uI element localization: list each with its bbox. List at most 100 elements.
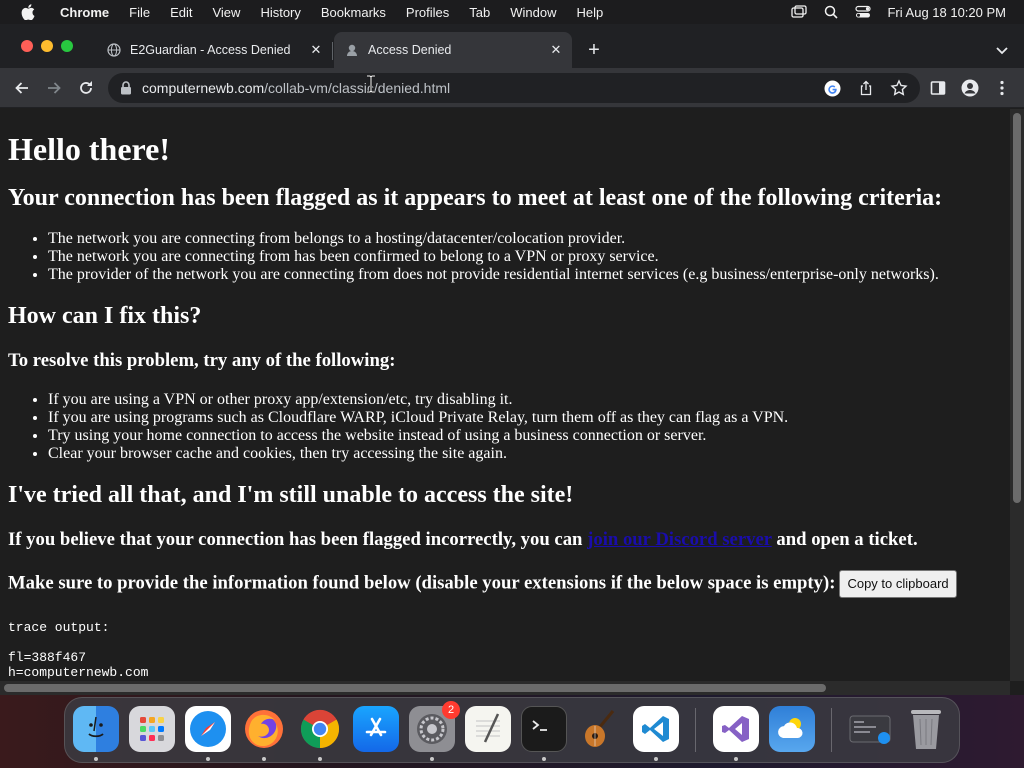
trace-line: h=computernewb.com (8, 665, 149, 680)
firefox-icon[interactable] (241, 706, 287, 752)
tab-access-denied[interactable]: Access Denied ✕ (334, 32, 572, 68)
horizontal-scrollbar[interactable] (0, 681, 1010, 695)
url-host: computernewb.com (142, 80, 265, 96)
url-path: /collab-vm/classic/denied.html (264, 80, 451, 96)
page-viewport: Hello there! Your connection has been fl… (0, 109, 1010, 681)
incorrect-suffix: and open a ticket. (771, 529, 918, 550)
running-indicator (430, 757, 434, 761)
tab-search-chevron-icon[interactable] (994, 42, 1010, 58)
garageband-icon[interactable] (577, 706, 623, 752)
finder-icon[interactable] (73, 706, 119, 752)
menubar-clock[interactable]: Fri Aug 18 10:20 PM (887, 5, 1006, 20)
incorrect-flag-text: If you believe that your connection has … (8, 529, 1002, 551)
google-lens-icon[interactable] (824, 80, 841, 97)
list-item: The network you are connecting from belo… (48, 230, 1002, 248)
menu-view[interactable]: View (202, 5, 250, 20)
dock-separator (831, 708, 832, 752)
page-content: Hello there! Your connection has been fl… (0, 131, 1010, 680)
macos-dock: 2 (64, 697, 960, 763)
fixes-list: If you are using a VPN or other proxy ap… (48, 391, 1002, 463)
downloads-stack-icon[interactable] (847, 706, 893, 752)
notification-badge: 2 (442, 701, 460, 719)
chrome-menu-icon[interactable] (992, 78, 1012, 98)
list-item: Clear your browser cache and cookies, th… (48, 445, 1002, 463)
incorrect-prefix: If you believe that your connection has … (8, 529, 588, 550)
info-text: Make sure to provide the information fou… (8, 570, 1002, 598)
running-indicator (542, 757, 546, 761)
trash-icon[interactable] (903, 706, 949, 752)
running-indicator (262, 757, 266, 761)
back-button[interactable] (12, 78, 32, 98)
trace-label: trace output: (8, 620, 110, 635)
running-indicator (318, 757, 322, 761)
launchpad-icon[interactable] (129, 706, 175, 752)
spotlight-search-icon[interactable] (823, 5, 839, 19)
menu-app-name[interactable]: Chrome (50, 5, 119, 20)
macos-menu-bar: Chrome File Edit View History Bookmarks … (0, 0, 1024, 24)
vscode-icon[interactable] (633, 706, 679, 752)
lock-icon[interactable] (120, 81, 132, 95)
vertical-scroll-thumb[interactable] (1013, 113, 1021, 503)
tab-separator (332, 42, 333, 60)
vertical-scrollbar[interactable] (1010, 109, 1024, 681)
system-settings-icon[interactable]: 2 (409, 701, 460, 752)
copy-to-clipboard-button[interactable]: Copy to clipboard (839, 570, 957, 598)
info-label: Make sure to provide the information fou… (8, 572, 836, 594)
page-icon (344, 42, 360, 58)
menu-file[interactable]: File (119, 5, 160, 20)
chrome-icon[interactable] (297, 706, 343, 752)
running-indicator (94, 757, 98, 761)
horizontal-scroll-thumb[interactable] (4, 684, 826, 692)
list-item: The provider of the network you are conn… (48, 266, 1002, 284)
list-item: If you are using programs such as Cloudf… (48, 409, 1002, 427)
page-title: Hello there! (8, 131, 171, 167)
tab-e2guardian[interactable]: E2Guardian - Access Denied ✕ (96, 32, 332, 68)
weather-icon[interactable] (769, 706, 815, 752)
textedit-icon[interactable] (465, 706, 511, 752)
menu-bookmarks[interactable]: Bookmarks (311, 5, 396, 20)
menu-tab[interactable]: Tab (459, 5, 500, 20)
share-icon[interactable] (858, 80, 874, 96)
mouse-cursor-icon (366, 74, 376, 94)
menu-profiles[interactable]: Profiles (396, 5, 459, 20)
list-item: The network you are connecting from has … (48, 248, 1002, 266)
running-indicator (206, 757, 210, 761)
visual-studio-icon[interactable] (713, 706, 759, 752)
menu-edit[interactable]: Edit (160, 5, 202, 20)
terminal-icon[interactable] (521, 706, 567, 752)
menu-help[interactable]: Help (567, 5, 614, 20)
resolve-heading: To resolve this problem, try any of the … (8, 350, 396, 371)
new-tab-button[interactable]: + (584, 40, 604, 60)
reload-button[interactable] (76, 78, 96, 98)
address-bar[interactable]: computernewb.com/collab-vm/classic/denie… (108, 73, 920, 103)
apple-menu-icon[interactable] (20, 4, 36, 20)
trace-line: fl=388f467 (8, 650, 87, 665)
tried-heading: I've tried all that, and I'm still unabl… (8, 482, 574, 508)
running-indicator (734, 757, 738, 761)
list-item: Try using your home connection to access… (48, 427, 1002, 445)
discord-link[interactable]: join our Discord server (587, 529, 772, 550)
app-store-icon[interactable] (353, 706, 399, 752)
window-zoom-button[interactable] (61, 40, 73, 52)
window-minimize-button[interactable] (41, 40, 53, 52)
dock-separator (695, 708, 696, 752)
tab-title: E2Guardian - Access Denied (130, 43, 291, 57)
url-text[interactable]: computernewb.com/collab-vm/classic/denie… (142, 80, 450, 96)
tab-title: Access Denied (368, 43, 452, 57)
close-tab-icon[interactable]: ✕ (548, 42, 564, 58)
screen-mirroring-icon[interactable] (791, 5, 808, 19)
control-center-icon[interactable] (855, 5, 872, 19)
window-close-button[interactable] (21, 40, 33, 52)
profile-avatar-icon[interactable] (960, 78, 980, 98)
safari-icon[interactable] (185, 706, 231, 752)
bookmark-star-icon[interactable] (890, 79, 908, 97)
trace-output: trace output: fl=388f467 h=computernewb.… (8, 620, 1002, 680)
browser-tab-strip: E2Guardian - Access Denied ✕ Access Deni… (0, 24, 1024, 68)
menu-window[interactable]: Window (500, 5, 566, 20)
forward-button[interactable] (44, 78, 64, 98)
close-tab-icon[interactable]: ✕ (308, 42, 324, 58)
side-panel-icon[interactable] (928, 78, 948, 98)
criteria-list: The network you are connecting from belo… (48, 230, 1002, 284)
menu-history[interactable]: History (250, 5, 310, 20)
browser-toolbar: computernewb.com/collab-vm/classic/denie… (0, 68, 1024, 108)
